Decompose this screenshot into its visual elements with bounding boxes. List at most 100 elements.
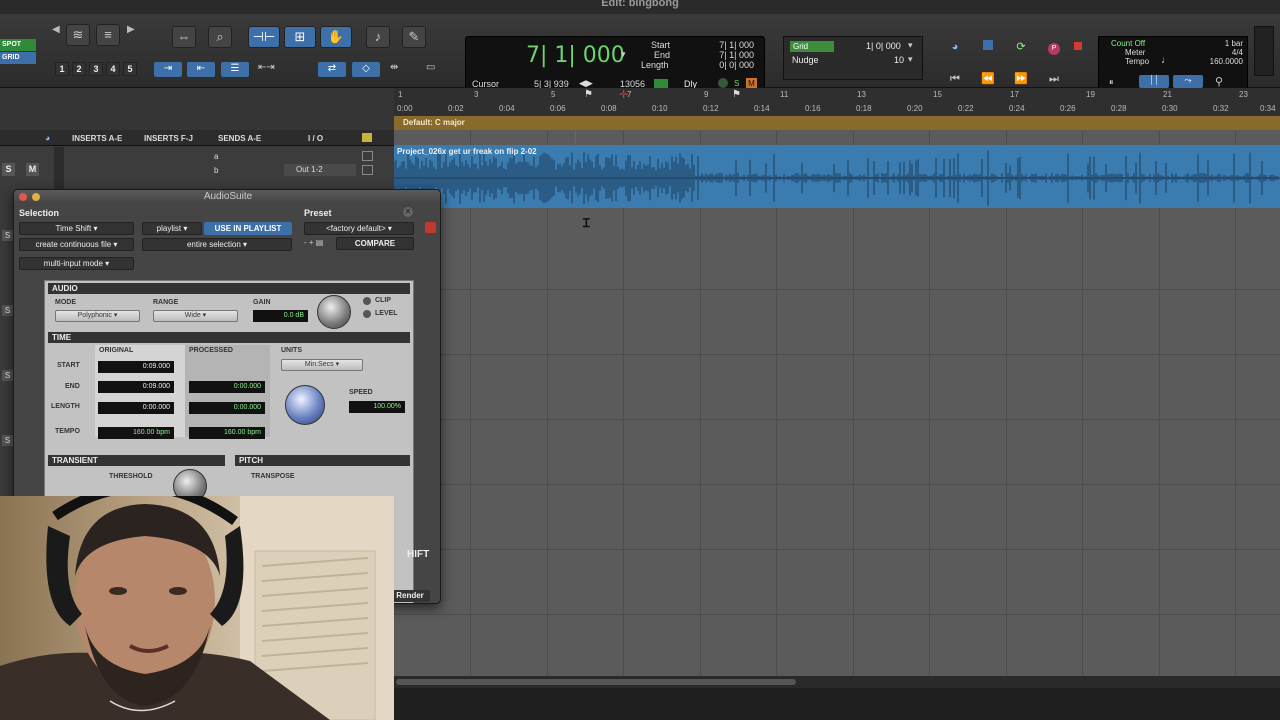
grabber-tool-icon[interactable]: ✋	[320, 26, 352, 48]
link-timeline-icon[interactable]: ⇄	[318, 62, 346, 77]
counter-dropdown-icon[interactable]: ▾	[621, 49, 626, 60]
playlist-selector[interactable]: playlist ▾	[142, 222, 202, 235]
midi-zoom-icon[interactable]: ≡	[96, 24, 120, 46]
send-a-slot[interactable]: a	[214, 152, 218, 161]
zoom-right-arrow-icon[interactable]: ▶	[127, 24, 135, 35]
track-list-icon[interactable]	[362, 151, 373, 161]
solo-button-3[interactable]: S	[2, 305, 13, 316]
grid-value[interactable]: 1| 0| 000	[866, 41, 901, 51]
zoom-preset-4[interactable]: 4	[106, 62, 120, 76]
selection-end-marker-icon[interactable]: ⚑	[732, 89, 741, 100]
slip-mode-icon[interactable]: ⇤	[187, 62, 215, 77]
preset-selector[interactable]: <factory default> ▾	[304, 222, 414, 235]
trim-tool-icon[interactable]: ⊣⊢	[248, 26, 280, 48]
bypass-icon[interactable]	[425, 222, 436, 233]
zoom-preset-5[interactable]: 5	[123, 62, 137, 76]
record-icon[interactable]: P	[1042, 38, 1066, 56]
selection-mode-selector[interactable]: entire selection ▾	[142, 238, 292, 251]
start-value[interactable]: 7| 1| 000	[709, 40, 754, 50]
length-value[interactable]: 0| 0| 000	[709, 60, 754, 70]
count-off-label[interactable]: Count Off	[1111, 39, 1145, 48]
end-value[interactable]: 7| 1| 000	[709, 50, 754, 60]
scrubber-tool-icon[interactable]: ♪	[366, 26, 390, 48]
units-selector[interactable]: Min:Secs ▾	[281, 359, 363, 371]
speed-knob[interactable]	[285, 385, 325, 425]
solo-button-2[interactable]: S	[2, 230, 13, 241]
gain-value[interactable]: 0.0 dB	[253, 310, 308, 322]
track-list-icon-2[interactable]	[362, 165, 373, 175]
original-tempo-field[interactable]: 160.00 bpm	[98, 427, 174, 439]
horizontal-scrollbar[interactable]	[394, 676, 1280, 688]
zoom-preset-3[interactable]: 3	[89, 62, 103, 76]
grid-dropdown-icon[interactable]: ▾	[908, 40, 913, 51]
grid-mode-icon[interactable]: ☰	[221, 62, 249, 77]
meter-value[interactable]: 4/4	[1207, 48, 1243, 57]
mirror-midi-icon[interactable]: ▭	[426, 62, 435, 73]
bars-beats-ruler[interactable]: 1 3 5 7 9 11 13 15 17 19 21 23 ⚑ ✛ ⚑	[394, 88, 1280, 102]
main-counter[interactable]: 7| 1| 000	[526, 43, 625, 68]
nudge-value[interactable]: 10	[894, 55, 904, 65]
stop-icon[interactable]	[976, 38, 1000, 56]
online-icon[interactable]: ◕	[943, 38, 967, 56]
send-b-slot[interactable]: b	[214, 166, 218, 175]
edit-window-tracks[interactable]	[394, 130, 1280, 676]
spot-mode-badge[interactable]: SPOT	[0, 39, 36, 51]
multi-input-selector[interactable]: multi-input mode ▾	[19, 257, 134, 270]
close-window-icon[interactable]	[19, 193, 27, 201]
pause-icon[interactable]: ⏸	[1109, 77, 1114, 88]
loop-play-icon[interactable]: ⟳	[1009, 38, 1033, 56]
tempo-value[interactable]: 160.0000	[1193, 57, 1243, 66]
plugin-settings-icon[interactable]: ✕	[403, 207, 413, 217]
return-to-zero-icon[interactable]: ⏮	[943, 70, 967, 88]
zoom-preset-1[interactable]: 1	[55, 62, 69, 76]
playhead-marker-icon[interactable]: ✛	[619, 88, 628, 101]
speed-value[interactable]: 100.00%	[349, 401, 405, 413]
selector-tool-icon[interactable]: ⊞	[284, 26, 316, 48]
metronome-toggle-icon[interactable]: ⏐⏐	[1139, 75, 1169, 88]
conductor-icon[interactable]: ⚲	[1215, 75, 1223, 88]
rewind-icon[interactable]: ⏪	[976, 70, 1000, 88]
grid-toggle[interactable]: Grid	[790, 41, 834, 52]
processed-start-field[interactable]: 0:00.000	[189, 381, 265, 393]
minimize-window-icon[interactable]	[32, 193, 40, 201]
original-length-field[interactable]: 0:00.000	[98, 402, 174, 414]
processed-tempo-field[interactable]: 160.00 bpm	[189, 427, 265, 439]
solo-button-4[interactable]: S	[2, 370, 13, 381]
nudge-dropdown-icon[interactable]: ▾	[908, 54, 913, 65]
insertion-follows-icon[interactable]: ⇹	[390, 62, 398, 73]
zoomer-tool-icon[interactable]: ⌕	[208, 26, 232, 48]
compare-button[interactable]: COMPARE	[336, 237, 414, 250]
link-track-icon[interactable]: ◇	[352, 62, 380, 77]
grid-mode-badge[interactable]: GRID	[0, 52, 36, 64]
range-selector[interactable]: Wide ▾	[153, 310, 238, 322]
original-start-field[interactable]: 0:09.000	[98, 361, 174, 373]
selection-start-marker-icon[interactable]: ⚑	[584, 89, 593, 100]
zoom-preset-2[interactable]: 2	[72, 62, 86, 76]
key-signature-ruler[interactable]: Default: C major	[394, 116, 1280, 130]
original-end-field[interactable]: 0:09.000	[98, 381, 174, 393]
mute-button[interactable]: M	[26, 163, 39, 176]
use-in-playlist-button[interactable]: USE IN PLAYLIST	[204, 222, 292, 235]
tab-to-transient-icon[interactable]: ⇤⇥	[258, 62, 275, 73]
solo-button-5[interactable]: S	[2, 435, 13, 446]
zoom-left-arrow-icon[interactable]: ◀	[52, 24, 60, 35]
processed-length-field[interactable]: 0:00.000	[189, 402, 265, 414]
waveform-zoom-icon[interactable]: ≋	[66, 24, 90, 46]
solo-button[interactable]: S	[2, 163, 15, 176]
pencil-tool-icon[interactable]: ✎	[402, 26, 426, 48]
audiosuite-titlebar[interactable]: AudioSuite	[14, 190, 440, 204]
shuffle-mode-icon[interactable]: ⇥	[154, 62, 182, 77]
file-mode-selector[interactable]: create continuous file ▾	[19, 238, 134, 251]
fast-forward-icon[interactable]: ⏩	[1009, 70, 1033, 88]
edit-groups-icon[interactable]: ◕	[45, 133, 50, 143]
gain-knob[interactable]	[317, 295, 351, 329]
zoom-toggle-icon[interactable]: ⇔	[172, 26, 196, 48]
preset-nav-icon[interactable]: - + ▤	[304, 238, 324, 249]
render-button[interactable]: Render	[390, 590, 430, 602]
scrollbar-thumb[interactable]	[396, 679, 796, 685]
tempo-ruler-toggle-icon[interactable]: ⤳	[1173, 75, 1203, 88]
go-to-end-icon[interactable]: ⏭	[1042, 70, 1066, 88]
mode-selector[interactable]: Polyphonic ▾	[55, 310, 140, 322]
plugin-selector[interactable]: Time Shift ▾	[19, 222, 134, 235]
output-selector[interactable]: Out 1-2	[284, 164, 356, 176]
